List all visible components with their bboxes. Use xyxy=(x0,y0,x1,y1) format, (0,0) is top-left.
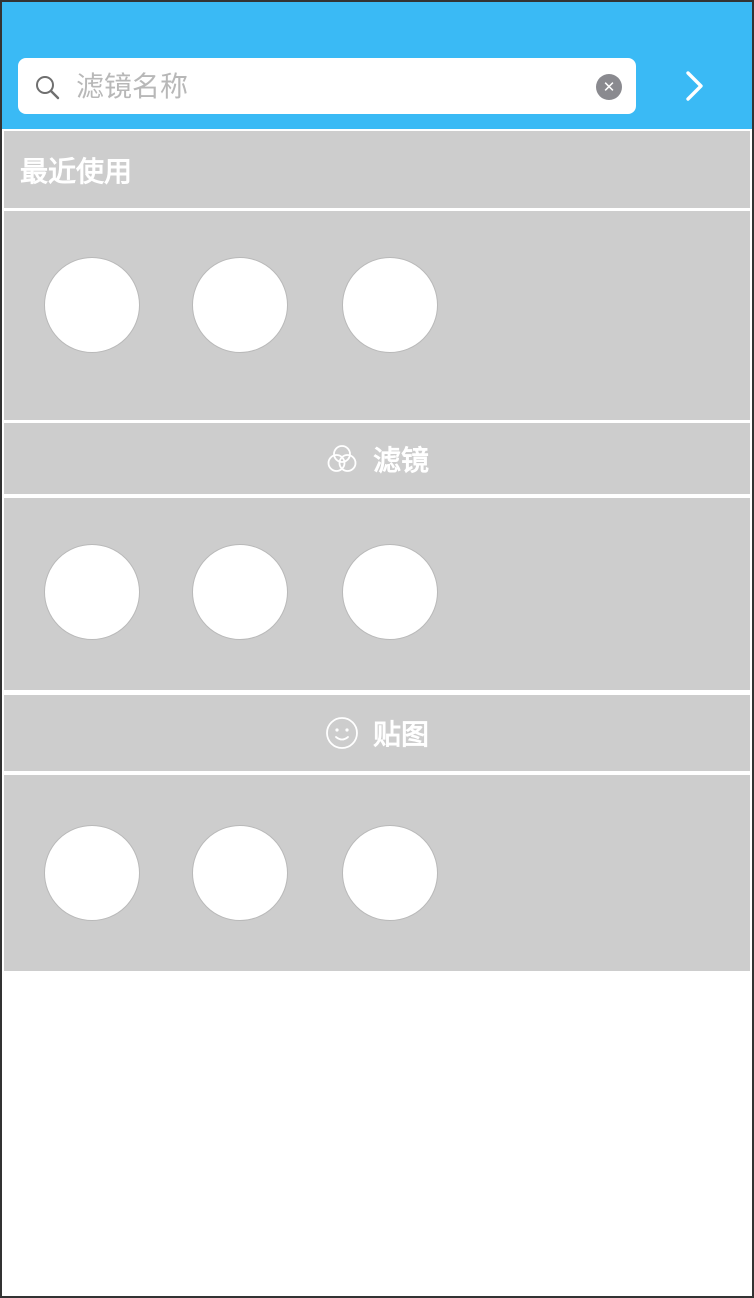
recent-item-2[interactable] xyxy=(192,257,288,353)
section-title-recent: 最近使用 xyxy=(20,154,133,188)
filter-circles-icon xyxy=(327,444,357,472)
filter-item-3[interactable] xyxy=(342,544,438,640)
search-input[interactable] xyxy=(76,58,586,114)
sticker-item-2[interactable] xyxy=(192,825,288,921)
recent-item-1[interactable] xyxy=(44,257,140,353)
search-box[interactable]: ✕ xyxy=(18,58,636,114)
search-icon xyxy=(36,76,60,100)
section-header-sticker: 贴图 xyxy=(4,695,750,771)
section-body-recent xyxy=(4,211,750,420)
chevron-right-icon[interactable] xyxy=(672,64,716,108)
section-body-sticker xyxy=(4,775,750,971)
smiley-icon xyxy=(326,717,358,749)
section-header-recent: 最近使用 xyxy=(4,131,750,208)
sticker-item-1[interactable] xyxy=(44,825,140,921)
section-header-filter: 滤镜 xyxy=(4,423,750,494)
filter-item-2[interactable] xyxy=(192,544,288,640)
clear-icon[interactable]: ✕ xyxy=(596,74,622,100)
recent-item-3[interactable] xyxy=(342,257,438,353)
top-bar: ✕ xyxy=(2,2,752,129)
section-title-filter: 滤镜 xyxy=(372,443,429,477)
filter-item-1[interactable] xyxy=(44,544,140,640)
sticker-item-3[interactable] xyxy=(342,825,438,921)
section-title-sticker: 贴图 xyxy=(372,718,429,751)
section-body-filter xyxy=(4,498,750,690)
